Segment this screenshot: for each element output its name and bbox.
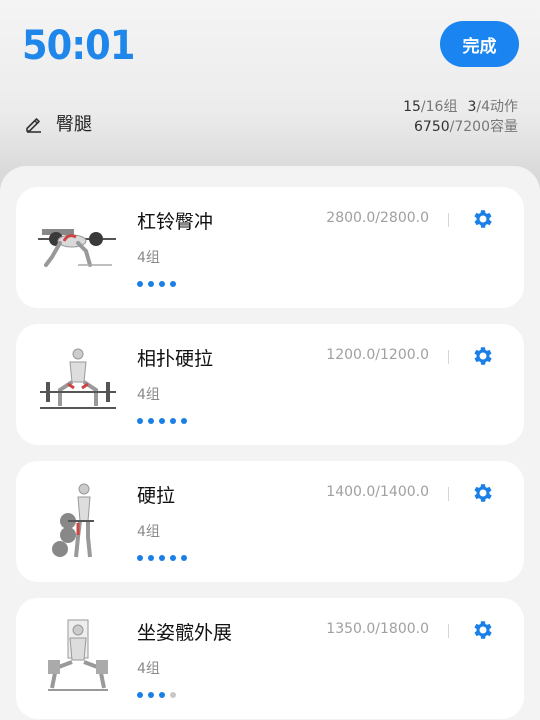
set-progress (137, 555, 187, 563)
done-button[interactable]: 完成 (440, 21, 519, 67)
stats-line-2: 6750/7200容量 (403, 117, 518, 137)
exercise-volume: 1200.0/1200.0 (326, 347, 429, 363)
set-dot (170, 418, 176, 424)
exercise-name: 杠铃臀冲 (137, 211, 214, 233)
exercise-name: 硬拉 (137, 485, 176, 507)
divider (448, 213, 449, 227)
actions-total: /4动作 (476, 99, 518, 115)
workout-timer: 50:01 (22, 23, 135, 69)
set-dot (148, 692, 154, 698)
sumo-deadlift-illustration (40, 348, 116, 409)
set-progress (137, 692, 176, 700)
volume-done: 6750 (414, 119, 450, 135)
set-dot (159, 281, 165, 287)
set-dot (148, 555, 154, 561)
pencil-icon[interactable] (24, 113, 44, 133)
routine-title[interactable]: 臀腿 (24, 110, 92, 136)
gear-icon[interactable] (471, 618, 495, 642)
set-dot (181, 555, 187, 561)
set-progress (137, 418, 187, 426)
stats-line-1: 15/16组 3/4动作 (403, 97, 518, 117)
gear-icon[interactable] (471, 344, 495, 368)
exercise-card[interactable]: 坐姿髋外展 4组 1350.0/1800.0 (16, 598, 524, 719)
exercise-list: 杠铃臀冲 4组 2800.0/2800.0 相扑硬拉 4组 1200.0/120… (0, 166, 540, 720)
exercise-volume: 1400.0/1400.0 (326, 484, 429, 500)
set-dot (137, 555, 143, 561)
exercise-name: 坐姿髋外展 (137, 622, 233, 644)
set-dot (170, 555, 176, 561)
divider (448, 350, 449, 364)
exercise-sets: 4组 (137, 524, 160, 540)
set-dot (159, 555, 165, 561)
set-dot (148, 281, 154, 287)
sets-total: /16组 (420, 99, 458, 115)
divider (448, 624, 449, 638)
sets-done: 15 (403, 99, 421, 115)
set-dot (137, 418, 143, 424)
barbell-hip-thrust-illustration (38, 229, 116, 267)
routine-name: 臀腿 (56, 114, 92, 135)
set-dot (170, 281, 176, 287)
exercise-sets: 4组 (137, 250, 160, 266)
exercise-volume: 2800.0/2800.0 (326, 210, 429, 226)
volume-total: /7200容量 (449, 119, 518, 135)
set-progress (137, 281, 176, 289)
deadlift-illustration (52, 483, 94, 558)
set-dot-incomplete (170, 692, 176, 698)
set-dot (159, 418, 165, 424)
set-dot (137, 281, 143, 287)
gear-icon[interactable] (471, 481, 495, 505)
seated-hip-abduction-illustration (48, 619, 108, 691)
set-dot (181, 418, 187, 424)
exercise-sets: 4组 (137, 661, 160, 677)
exercise-name: 相扑硬拉 (137, 348, 214, 370)
gear-icon[interactable] (471, 207, 495, 231)
workout-stats: 15/16组 3/4动作 6750/7200容量 (403, 97, 518, 137)
exercise-volume: 1350.0/1800.0 (326, 621, 429, 637)
exercise-sets: 4组 (137, 387, 160, 403)
set-dot (159, 692, 165, 698)
exercise-card[interactable]: 杠铃臀冲 4组 2800.0/2800.0 (16, 187, 524, 308)
divider (448, 487, 449, 501)
exercise-card[interactable]: 相扑硬拉 4组 1200.0/1200.0 (16, 324, 524, 445)
set-dot (148, 418, 154, 424)
set-dot (137, 692, 143, 698)
exercise-card[interactable]: 硬拉 4组 1400.0/1400.0 (16, 461, 524, 582)
